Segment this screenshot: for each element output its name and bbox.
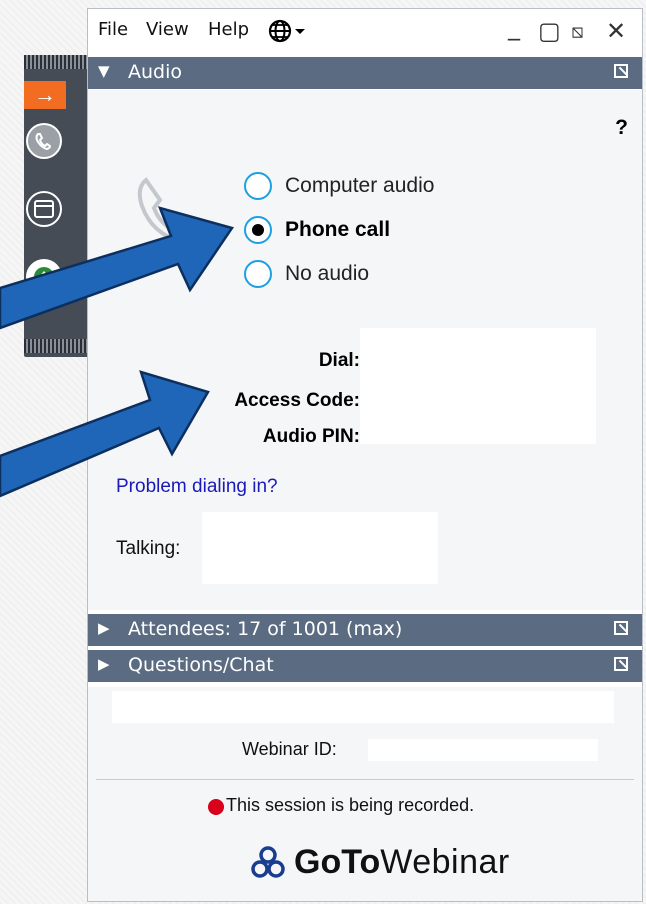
phone-call-label[interactable]: Phone call <box>285 218 390 242</box>
phone-handset-icon <box>128 170 208 255</box>
expand-triangle-icon: ▶ <box>98 655 110 673</box>
collapse-triangle-icon: ▼ <box>98 62 110 80</box>
brand-bold: GoTo <box>294 843 381 881</box>
dial-info-box <box>360 328 596 444</box>
questions-panel-header[interactable]: ▶ Questions/Chat <box>88 650 642 682</box>
radio-phone-call[interactable] <box>244 216 272 244</box>
brand-name: GoToWebinar <box>294 843 510 882</box>
audio-panel-title: Audio <box>128 61 183 83</box>
access-code-label: Access Code: <box>234 390 360 411</box>
maximize-button[interactable]: ▢ <box>538 17 561 45</box>
gotowebinar-logo-icon <box>250 845 286 886</box>
popout-panel-icon[interactable] <box>614 657 628 671</box>
radio-computer-audio[interactable] <box>244 172 272 200</box>
menu-file[interactable]: File <box>98 19 128 40</box>
share-upload-icon[interactable] <box>26 259 62 295</box>
grab-tab-grip-top[interactable] <box>24 55 88 69</box>
radio-no-audio[interactable] <box>244 260 272 288</box>
grab-tab-grip-bottom[interactable] <box>24 339 88 353</box>
menu-view[interactable]: View <box>146 19 189 40</box>
audio-pin-label: Audio PIN: <box>262 426 360 447</box>
problem-dialing-link[interactable]: Problem dialing in? <box>116 476 278 498</box>
menu-help[interactable]: Help <box>208 19 249 40</box>
audio-panel-header[interactable]: ▼ Audio <box>88 57 642 89</box>
phone-status-icon[interactable] <box>26 123 62 159</box>
menu-bar: File View Help _ ▢ ⧅ ✕ <box>88 9 642 54</box>
help-question-icon[interactable]: ? <box>615 116 628 140</box>
language-globe-icon[interactable] <box>268 18 308 49</box>
grab-tab[interactable]: → <box>24 55 88 357</box>
radio-selected-dot <box>252 224 264 236</box>
expand-arrow-icon[interactable]: → <box>24 81 66 109</box>
webinar-id-value-box <box>368 739 598 761</box>
recording-dot-icon <box>208 799 224 815</box>
webinar-id-label: Webinar ID: <box>242 739 337 759</box>
no-audio-label[interactable]: No audio <box>285 262 369 286</box>
gotowebinar-control-panel: File View Help _ ▢ ⧅ ✕ ▼ Audio ? Compute… <box>87 8 643 902</box>
popout-panel-icon[interactable] <box>614 64 628 78</box>
computer-audio-label[interactable]: Computer audio <box>285 174 434 198</box>
divider <box>96 779 634 780</box>
popout-button[interactable]: ⧅ <box>571 19 584 43</box>
audio-panel-body: ? Computer audio Phone call No audio Dia… <box>88 90 642 610</box>
recording-notice: This session is being recorded. <box>226 795 475 815</box>
talking-box <box>202 512 438 584</box>
webinar-title-box <box>112 691 614 723</box>
attendees-panel-header[interactable]: ▶ Attendees: 17 of 1001 (max) <box>88 614 642 646</box>
minimize-button[interactable]: _ <box>508 13 520 41</box>
footer: Webinar ID: This session is being record… <box>88 687 642 901</box>
window-icon[interactable] <box>26 191 62 227</box>
brand-light: Webinar <box>380 843 510 881</box>
popout-panel-icon[interactable] <box>614 621 628 635</box>
attendees-panel-title: Attendees: 17 of 1001 (max) <box>128 618 403 640</box>
questions-panel-title: Questions/Chat <box>128 654 274 676</box>
talking-label: Talking: <box>116 538 181 559</box>
dial-label: Dial: <box>318 350 360 371</box>
close-button[interactable]: ✕ <box>606 17 626 45</box>
expand-triangle-icon: ▶ <box>98 619 110 637</box>
